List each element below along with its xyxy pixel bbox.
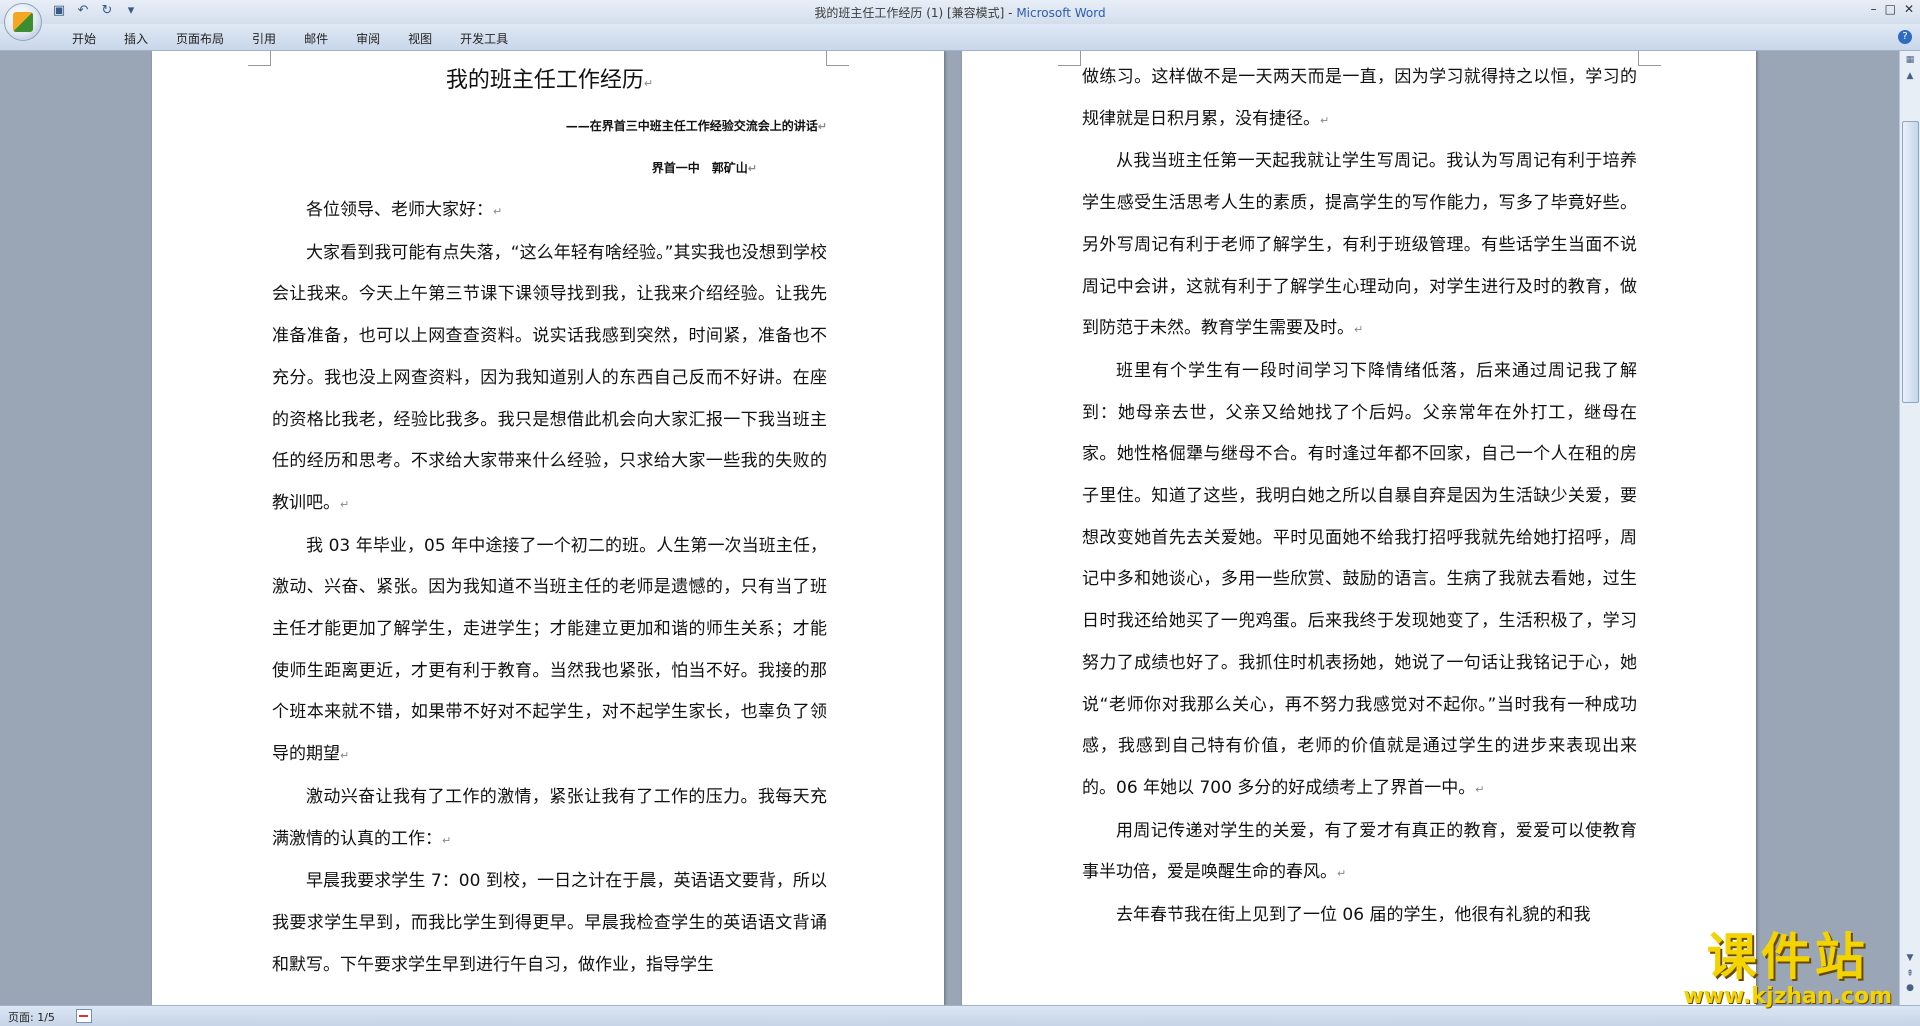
help-icon[interactable]: ? (1898, 30, 1912, 44)
tab-view[interactable]: 视图 (394, 30, 446, 47)
watermark-url: www.kjzhan.com (1683, 984, 1892, 1009)
window-title: 我的班主任工作经历 (1) [兼容模式] - Microsoft Word (0, 4, 1920, 21)
document-title: 我的班主任工作经历 (1) [兼容模式] - (814, 6, 1017, 20)
tab-references[interactable]: 引用 (238, 30, 290, 47)
previous-page-icon[interactable]: ⇞ (1902, 967, 1918, 981)
tab-insert[interactable]: 插入 (110, 30, 162, 47)
document-heading: 我的班主任工作经历↵ (445, 68, 654, 93)
document-author: 界首一中 郭矿山↵ (651, 161, 757, 175)
scroll-down-icon[interactable]: ▼ (1902, 951, 1918, 965)
browse-object-icon[interactable]: ● (1902, 981, 1918, 995)
margin-corner-mark (1058, 51, 1081, 66)
maximize-button[interactable]: □ (1885, 2, 1896, 16)
watermark-text: 课件站 (1706, 928, 1869, 986)
page-left: 我的班主任工作经历↵ ——在界首三中班主任工作经验交流会上的讲话↵ 界首一中 郭… (152, 51, 944, 1005)
page-right-text[interactable]: 做练习。这样做不是一天两天而是一直，因为学习就得持之以恒，学习的规律就是日积月累… (1082, 57, 1637, 937)
scroll-thumb[interactable] (1902, 121, 1919, 403)
page-right: 做练习。这样做不是一天两天而是一直，因为学习就得持之以恒，学习的规律就是日积月累… (962, 51, 1756, 1005)
vertical-scrollbar[interactable]: ▦ ▲ ▼ ⇞ ● (1899, 51, 1920, 1005)
window-controls: – □ ✕ (1871, 2, 1914, 16)
paragraph: 各位领导、老师大家好：↵ (306, 200, 503, 220)
site-watermark: 课件站 www.kjzhan.com (1683, 929, 1892, 1009)
tab-mailings[interactable]: 邮件 (290, 30, 342, 47)
document-area: 我的班主任工作经历↵ ——在界首三中班主任工作经验交流会上的讲话↵ 界首一中 郭… (0, 51, 1900, 1005)
tab-home[interactable]: 开始 (58, 30, 110, 47)
margin-corner-mark (248, 51, 271, 66)
office-logo-icon (13, 12, 33, 32)
ruler-toggle-icon[interactable]: ▦ (1902, 53, 1918, 67)
paragraph: 早晨我要求学生 7：00 到校，一日之计在于晨，英语语文要背，所以我要求学生早到… (272, 871, 827, 975)
document-subtitle: ——在界首三中班主任工作经验交流会上的讲话↵ (565, 119, 827, 133)
close-button[interactable]: ✕ (1904, 2, 1914, 16)
margin-corner-mark (826, 51, 849, 66)
tab-developer[interactable]: 开发工具 (446, 30, 522, 47)
status-bar: 页面: 1/5 (0, 1005, 1920, 1026)
tab-page-layout[interactable]: 页面布局 (162, 30, 238, 47)
paragraph: 用周记传递对学生的关爱，有了爱才有真正的教育，爱爱可以使教育事半功倍，爱是唤醒生… (1082, 820, 1637, 883)
page-left-text[interactable]: 我的班主任工作经历↵ ——在界首三中班主任工作经验交流会上的讲话↵ 界首一中 郭… (272, 59, 827, 986)
margin-corner-mark (1638, 51, 1661, 66)
paragraph: 做练习。这样做不是一天两天而是一直，因为学习就得持之以恒，学习的规律就是日积月累… (1082, 67, 1637, 129)
page-count-status[interactable]: 页面: 1/5 (8, 1009, 55, 1025)
proofing-status-icon[interactable] (76, 1009, 92, 1023)
app-name: Microsoft Word (1016, 6, 1106, 20)
paragraph: 去年春节我在街上见到了一位 06 届的学生，他很有礼貌的和我 (1116, 905, 1591, 926)
paragraph: 激动兴奋让我有了工作的激情，紧张让我有了工作的压力。我每天充满激情的认真的工作：… (272, 786, 827, 849)
minimize-button[interactable]: – (1871, 2, 1877, 16)
ribbon-tabs: 开始 插入 页面布局 引用 邮件 审阅 视图 开发工具 (58, 30, 522, 47)
tab-review[interactable]: 审阅 (342, 30, 394, 47)
title-bar: ▣ ↶ ↻ ▾ 我的班主任工作经历 (1) [兼容模式] - Microsoft… (0, 0, 1920, 41)
paragraph: 大家看到我可能有点失落，“这么年轻有啥经验。”其实我也没想到学校会让我来。今天上… (272, 242, 827, 513)
office-button[interactable] (4, 3, 42, 41)
paragraph: 我 03 年毕业，05 年中途接了一个初二的班。人生第一次当班主任，激动、兴奋、… (272, 535, 827, 765)
scroll-up-icon[interactable]: ▲ (1902, 69, 1918, 83)
paragraph: 班里有个学生有一段时间学习下降情绪低落，后来通过周记我了解到：她母亲去世，父亲又… (1082, 360, 1637, 798)
ribbon: 开始 插入 页面布局 引用 邮件 审阅 视图 开发工具 ? (0, 24, 1920, 51)
paragraph: 从我当班主任第一天起我就让学生写周记。我认为写周记有利于培养学生感受生活思考人生… (1082, 151, 1637, 339)
